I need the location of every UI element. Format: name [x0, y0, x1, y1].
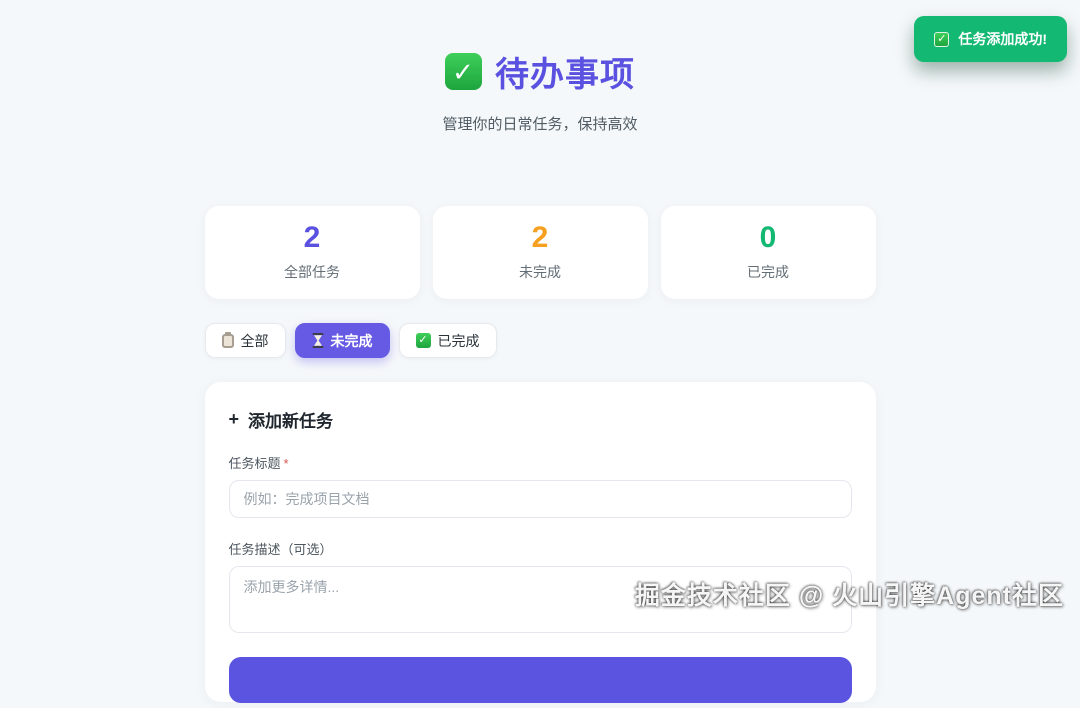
add-task-card: + 添加新任务 任务标题* 任务描述（可选）: [204, 382, 876, 703]
watermark: 掘金技术社区 @ 火山引擎Agent社区: [634, 582, 1064, 610]
check-icon: ✓: [445, 53, 482, 90]
required-mark: *: [283, 456, 289, 471]
toast-notification: ✓ 任务添加成功!: [914, 16, 1067, 62]
filter-pending-label: 未完成: [330, 332, 373, 349]
stat-card-done: 0 已完成: [660, 206, 876, 299]
stat-total-label: 全部任务: [284, 264, 340, 280]
check-icon: ✓: [934, 31, 950, 47]
add-task-title-text: 添加新任务: [248, 412, 334, 431]
add-task-title: + 添加新任务: [229, 407, 852, 432]
stat-done-value: 0: [759, 221, 777, 254]
plus-icon: +: [228, 409, 240, 429]
stat-pending-value: 2: [531, 221, 549, 254]
stat-card-pending: 2 未完成: [432, 206, 648, 299]
filter-done-button[interactable]: ✓ 已完成: [398, 323, 497, 358]
stats-row: 2 全部任务 2 未完成 0 已完成: [204, 206, 876, 299]
filter-all-button[interactable]: 全部: [204, 323, 286, 358]
page-title-text: 待办事项: [495, 56, 635, 94]
stat-done-label: 已完成: [747, 264, 789, 280]
hourglass-icon: [312, 333, 324, 348]
submit-button[interactable]: [228, 657, 852, 703]
filter-all-label: 全部: [240, 332, 269, 349]
clipboard-icon: [221, 331, 234, 348]
filter-done-label: 已完成: [437, 332, 480, 349]
filter-pending-button[interactable]: 未完成: [294, 323, 390, 358]
stat-total-value: 2: [303, 221, 321, 254]
task-title-label: 任务标题 *: [228, 456, 289, 471]
todo-app-page: ✓ 任务添加成功! ✓ 待办事项 管理你的日常任务，保持高效 2 全部任务 2 …: [0, 0, 1080, 703]
task-title-input[interactable]: [228, 480, 852, 518]
task-description-label: 任务描述（可选）: [228, 542, 333, 557]
toast-message: 任务添加成功!: [958, 31, 1047, 47]
stat-card-total: 2 全部任务: [204, 206, 420, 299]
check-icon: ✓: [415, 333, 431, 348]
filter-row: 全部 未完成 ✓ 已完成: [204, 323, 876, 358]
page-subtitle: 管理你的日常任务，保持高效: [442, 116, 638, 133]
stat-pending-label: 未完成: [519, 264, 561, 280]
